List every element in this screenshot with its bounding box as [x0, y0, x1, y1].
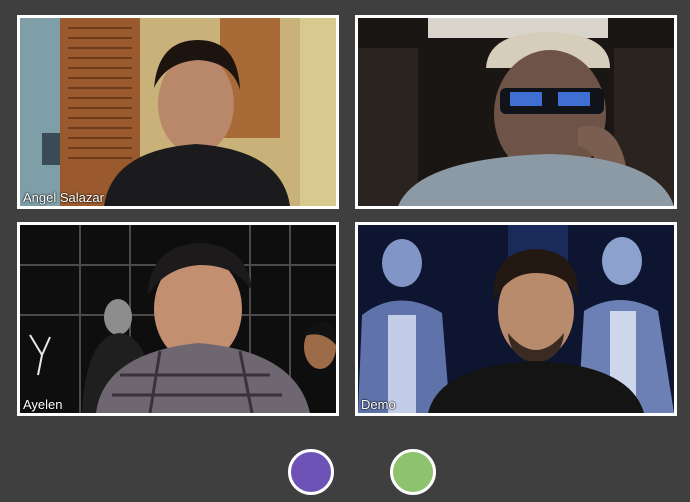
video-tile-ayelen[interactable]: Ayelen	[17, 222, 339, 416]
participant-name: Demo	[361, 397, 396, 412]
participant-name: Ayelen	[23, 397, 63, 412]
video-tile-participant-2[interactable]	[355, 15, 677, 209]
video-feed	[358, 225, 674, 413]
video-feed	[20, 225, 336, 413]
participant-name: Angel Salazar	[23, 190, 104, 205]
call-control-button-green[interactable]	[390, 449, 436, 495]
video-feed	[20, 18, 336, 206]
video-tile-demo[interactable]: Demo	[355, 222, 677, 416]
call-control-button-purple[interactable]	[288, 449, 334, 495]
video-tile-angel-salazar[interactable]: Angel Salazar	[17, 15, 339, 209]
video-feed	[358, 18, 674, 206]
